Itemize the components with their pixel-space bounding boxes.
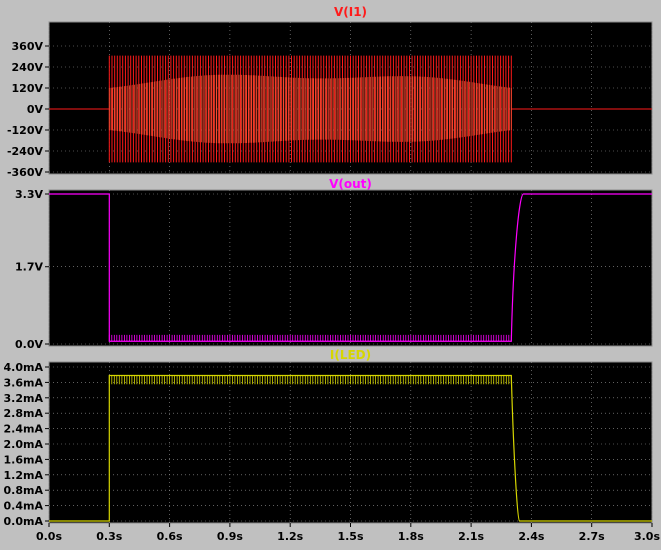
y-tick-label: 120V (12, 82, 44, 95)
y-tick-label: 4.0mA (4, 361, 44, 374)
y-tick-label: 3.3V (15, 188, 43, 201)
x-tick-label: 2.4s (518, 530, 544, 543)
y-tick-label: 2.0mA (4, 438, 44, 451)
y-tick-label: 1.7V (15, 261, 43, 274)
x-tick-label: 1.2s (277, 530, 303, 543)
y-tick-label: -240V (7, 145, 44, 158)
y-tick-label: 0V (27, 103, 44, 116)
x-tick-label: 0.3s (96, 530, 122, 543)
trace-iled-ripple (108, 375, 512, 385)
panel-title: V(out) (329, 177, 372, 191)
x-tick-label: 2.7s (579, 530, 605, 543)
y-tick-label: 3.6mA (4, 376, 44, 389)
y-tick-label: 1.2mA (4, 469, 44, 482)
x-tick-label: 3.0s (634, 530, 660, 543)
panel-title: V(I1) (334, 5, 367, 19)
y-tick-label: 0.8mA (4, 484, 44, 497)
x-tick-label: 2.1s (458, 530, 484, 543)
y-tick-label: -360V (7, 166, 44, 179)
trace-inner-band (108, 74, 512, 144)
y-tick-label: -120V (7, 124, 44, 137)
y-tick-label: 2.4mA (4, 423, 44, 436)
x-tick-label: 1.5s (337, 530, 363, 543)
waveform-viewer: V(I1) 360V 240V 120V 0V -120V -240V -360V V(out)… (0, 0, 661, 546)
y-tick-label: 0.0V (15, 338, 43, 351)
x-tick-label: 1.8s (398, 530, 424, 543)
y-tick-label: 1.6mA (4, 453, 44, 466)
x-tick-label: 0.6s (157, 530, 183, 543)
waveform-plot-svg: V(I1) 360V 240V 120V 0V -120V -240V -360V V(out)… (4, 5, 661, 543)
y-tick-label: 360V (12, 40, 44, 53)
y-tick-label: 3.2mA (4, 392, 44, 405)
x-tick-label: 0.0s (36, 530, 62, 543)
x-tick-label: 0.9s (217, 530, 243, 543)
y-tick-label: 240V (12, 61, 44, 74)
panel-title: I(LED) (330, 348, 371, 362)
y-tick-label: 0.0mA (4, 515, 44, 528)
trace-vout-ripple (108, 334, 512, 342)
y-tick-label: 0.4mA (4, 500, 44, 513)
y-tick-label: 2.8mA (4, 407, 44, 420)
